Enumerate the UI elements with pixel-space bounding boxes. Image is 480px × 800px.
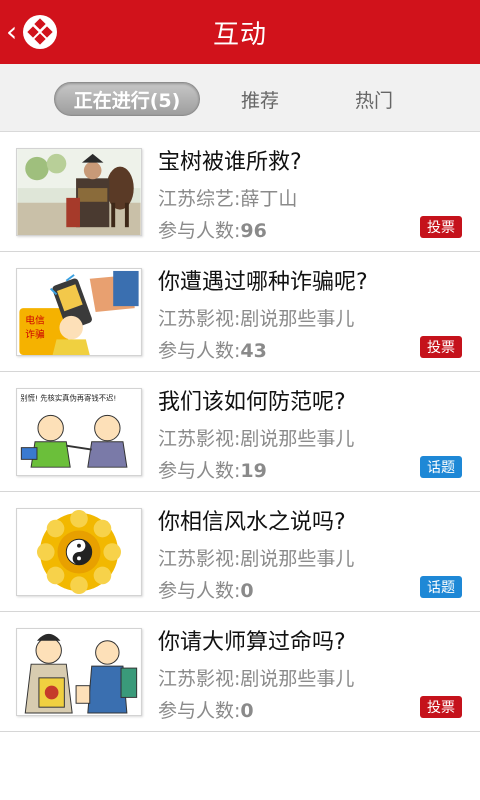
participant-count-value: 96 [240, 220, 267, 242]
topic-source: 江苏影视:剧说那些事儿 [158, 548, 355, 570]
topic-source: 江苏影视:剧说那些事儿 [158, 668, 355, 690]
topic-badge[interactable]: 话题 [420, 576, 462, 598]
thumbnail-image [16, 148, 142, 236]
participant-count-label: 参与人数: [158, 580, 241, 602]
back-button[interactable]: ‹ [6, 10, 66, 54]
topic-source: 江苏综艺:薛丁山 [158, 188, 298, 210]
topic-source: 江苏影视:剧说那些事儿 [158, 428, 355, 450]
topic-badge[interactable]: 话题 [420, 456, 462, 478]
participant-count: 参与人数:43 [158, 336, 267, 363]
cartoon-caption: 别慌! 先核实真伪再寄钱不迟! [20, 394, 116, 403]
list-item[interactable]: 你相信风水之说吗? 江苏影视:剧说那些事儿 参与人数:0 话题 [0, 492, 480, 612]
topic-title: 我们该如何防范呢? [158, 390, 346, 415]
vote-badge[interactable]: 投票 [420, 336, 462, 358]
phone-label-line2: 诈骗 [25, 327, 45, 340]
tab-recommended[interactable]: 推荐 [220, 82, 300, 116]
jsbc-logo-icon [23, 15, 58, 49]
list-item[interactable]: 别慌! 先核实真伪再寄钱不迟! 我们该如何防范呢? 江苏影视:剧说那些事儿 参与… [0, 372, 480, 492]
participant-count: 参与人数:96 [158, 216, 267, 243]
participant-count: 参与人数:19 [158, 456, 267, 483]
list-item[interactable]: 宝树被谁所救? 江苏综艺:薛丁山 参与人数:96 投票 [0, 132, 480, 252]
tab-bar: 正在进行(5) 推荐 热门 [0, 64, 480, 132]
participant-count-value: 19 [240, 460, 267, 482]
participant-count: 参与人数:0 [158, 696, 254, 723]
thumbnail-image [16, 628, 142, 716]
page-title: 互动 [212, 19, 267, 50]
vote-badge[interactable]: 投票 [420, 696, 462, 718]
participant-count-label: 参与人数: [158, 340, 241, 362]
topic-title: 宝树被谁所救? [158, 150, 302, 175]
thumbnail-image [16, 508, 142, 596]
app-header: ‹ 互动 [0, 0, 480, 64]
tab-ongoing[interactable]: 正在进行(5) [54, 82, 200, 116]
topic-title: 你相信风水之说吗? [158, 510, 346, 535]
list-item[interactable]: 你请大师算过命吗? 江苏影视:剧说那些事儿 参与人数:0 投票 [0, 612, 480, 732]
topic-title: 你请大师算过命吗? [158, 630, 346, 655]
participant-count-label: 参与人数: [158, 460, 241, 482]
participant-count-value: 0 [240, 700, 254, 722]
list-item[interactable]: 电信 诈骗 你遭遇过哪种诈骗呢? 江苏影视:剧说那些事儿 参与人数:43 投票 [0, 252, 480, 372]
participant-count-label: 参与人数: [158, 700, 241, 722]
topic-source: 江苏影视:剧说那些事儿 [158, 308, 355, 330]
topic-title: 你遭遇过哪种诈骗呢? [158, 270, 368, 295]
chevron-left-icon: ‹ [6, 15, 18, 48]
participant-count: 参与人数:0 [158, 576, 254, 603]
participant-count-value: 0 [240, 580, 254, 602]
participant-count-value: 43 [240, 340, 267, 362]
thumbnail-image: 别慌! 先核实真伪再寄钱不迟! [16, 388, 142, 476]
participant-count-label: 参与人数: [158, 220, 241, 242]
tab-hot[interactable]: 热门 [334, 82, 414, 116]
thumbnail-image: 电信 诈骗 [16, 268, 142, 356]
phone-label-line1: 电信 [25, 314, 45, 327]
topic-list: 宝树被谁所救? 江苏综艺:薛丁山 参与人数:96 投票 电信 诈骗 你遭遇过哪种… [0, 132, 480, 732]
vote-badge[interactable]: 投票 [420, 216, 462, 238]
